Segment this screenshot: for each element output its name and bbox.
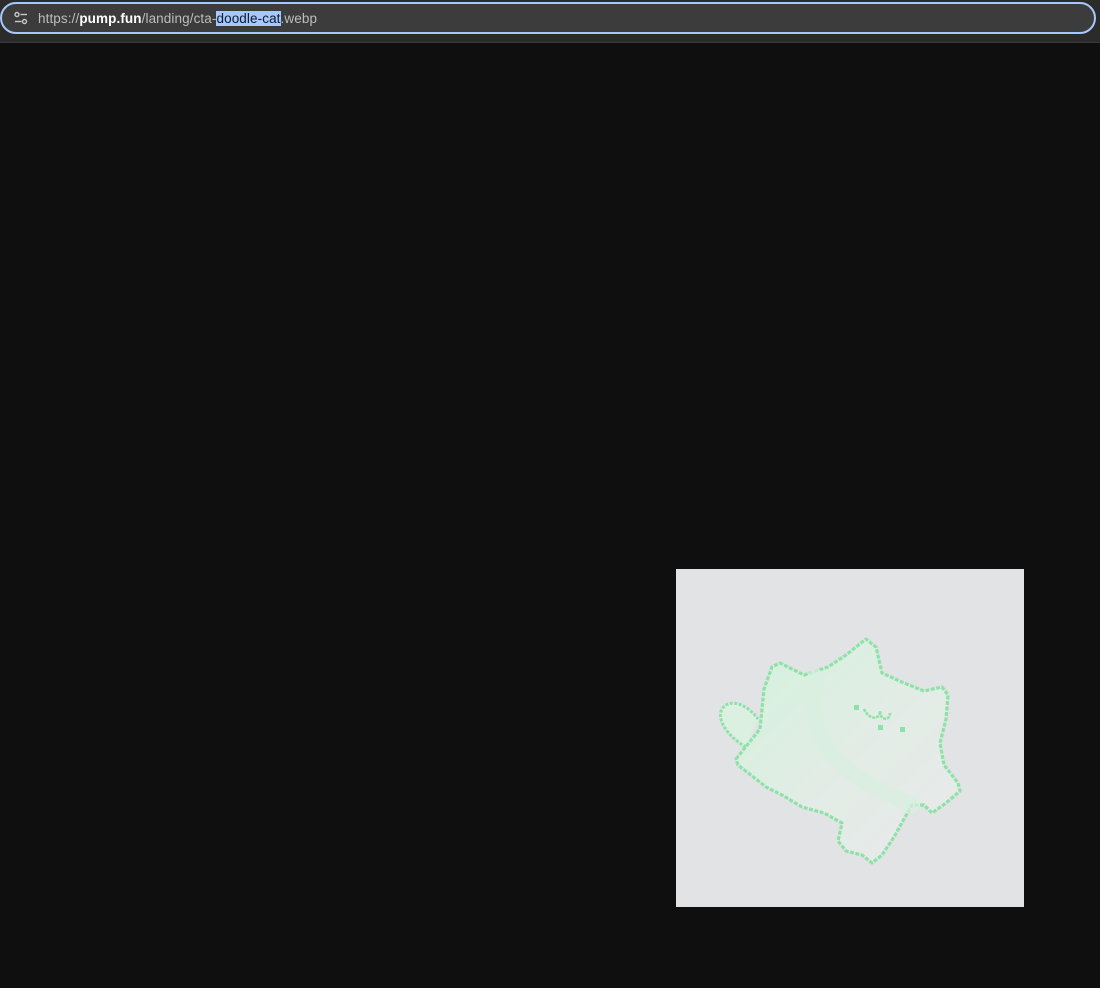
browser-toolbar: https://pump.fun/landing/cta-doodle-cat.… [0, 0, 1100, 43]
address-bar[interactable]: https://pump.fun/landing/cta-doodle-cat.… [0, 2, 1096, 34]
doodle-cat-image[interactable] [676, 569, 1024, 907]
page-viewport [0, 43, 1100, 988]
url-text[interactable]: https://pump.fun/landing/cta-doodle-cat.… [38, 10, 318, 26]
cat-drawing [719, 637, 962, 865]
url-path: /landing/cta- [141, 10, 217, 26]
site-info-button[interactable] [4, 4, 38, 32]
tune-icon [14, 11, 28, 25]
url-host: pump.fun [79, 10, 142, 26]
url-scheme: https:// [38, 10, 80, 26]
url-selection: doodle-cat [216, 10, 281, 26]
cat-body [719, 637, 962, 865]
url-extension: .webp [280, 10, 318, 26]
